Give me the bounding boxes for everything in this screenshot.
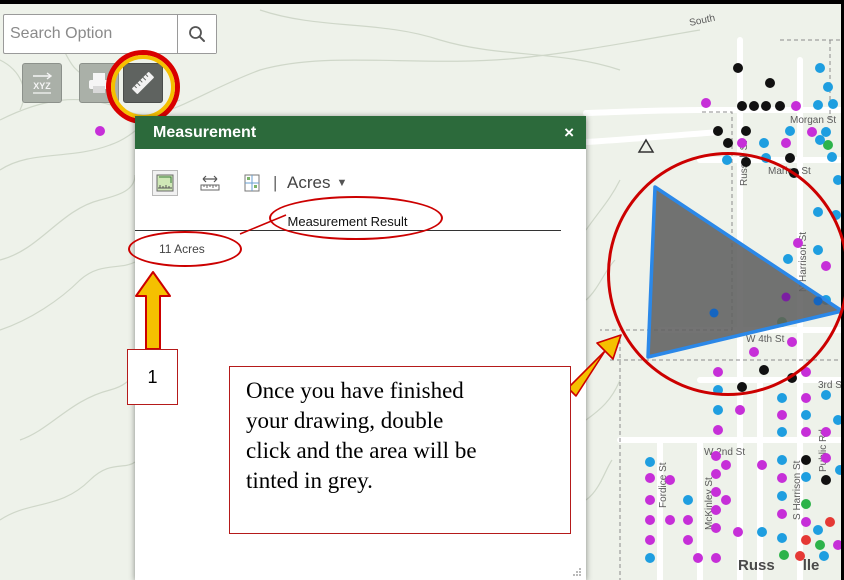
instruction-callout: Once you have finished your drawing, dou…: [229, 366, 571, 534]
result-header-leader-line: [239, 214, 287, 235]
up-arrow: [135, 271, 171, 350]
step-number: 1: [147, 366, 158, 387]
instruction-line: tinted in grey.: [246, 468, 373, 493]
step-number-callout: 1: [127, 349, 178, 405]
diagonal-arrow: [567, 334, 622, 397]
screenshot-frame: South Morgan St Marion St Russell St N H…: [0, 0, 844, 580]
instruction-line: Once you have finished: [246, 378, 464, 403]
instruction-line: click and the area will be: [246, 438, 477, 463]
instruction-line: your drawing, double: [246, 408, 444, 433]
